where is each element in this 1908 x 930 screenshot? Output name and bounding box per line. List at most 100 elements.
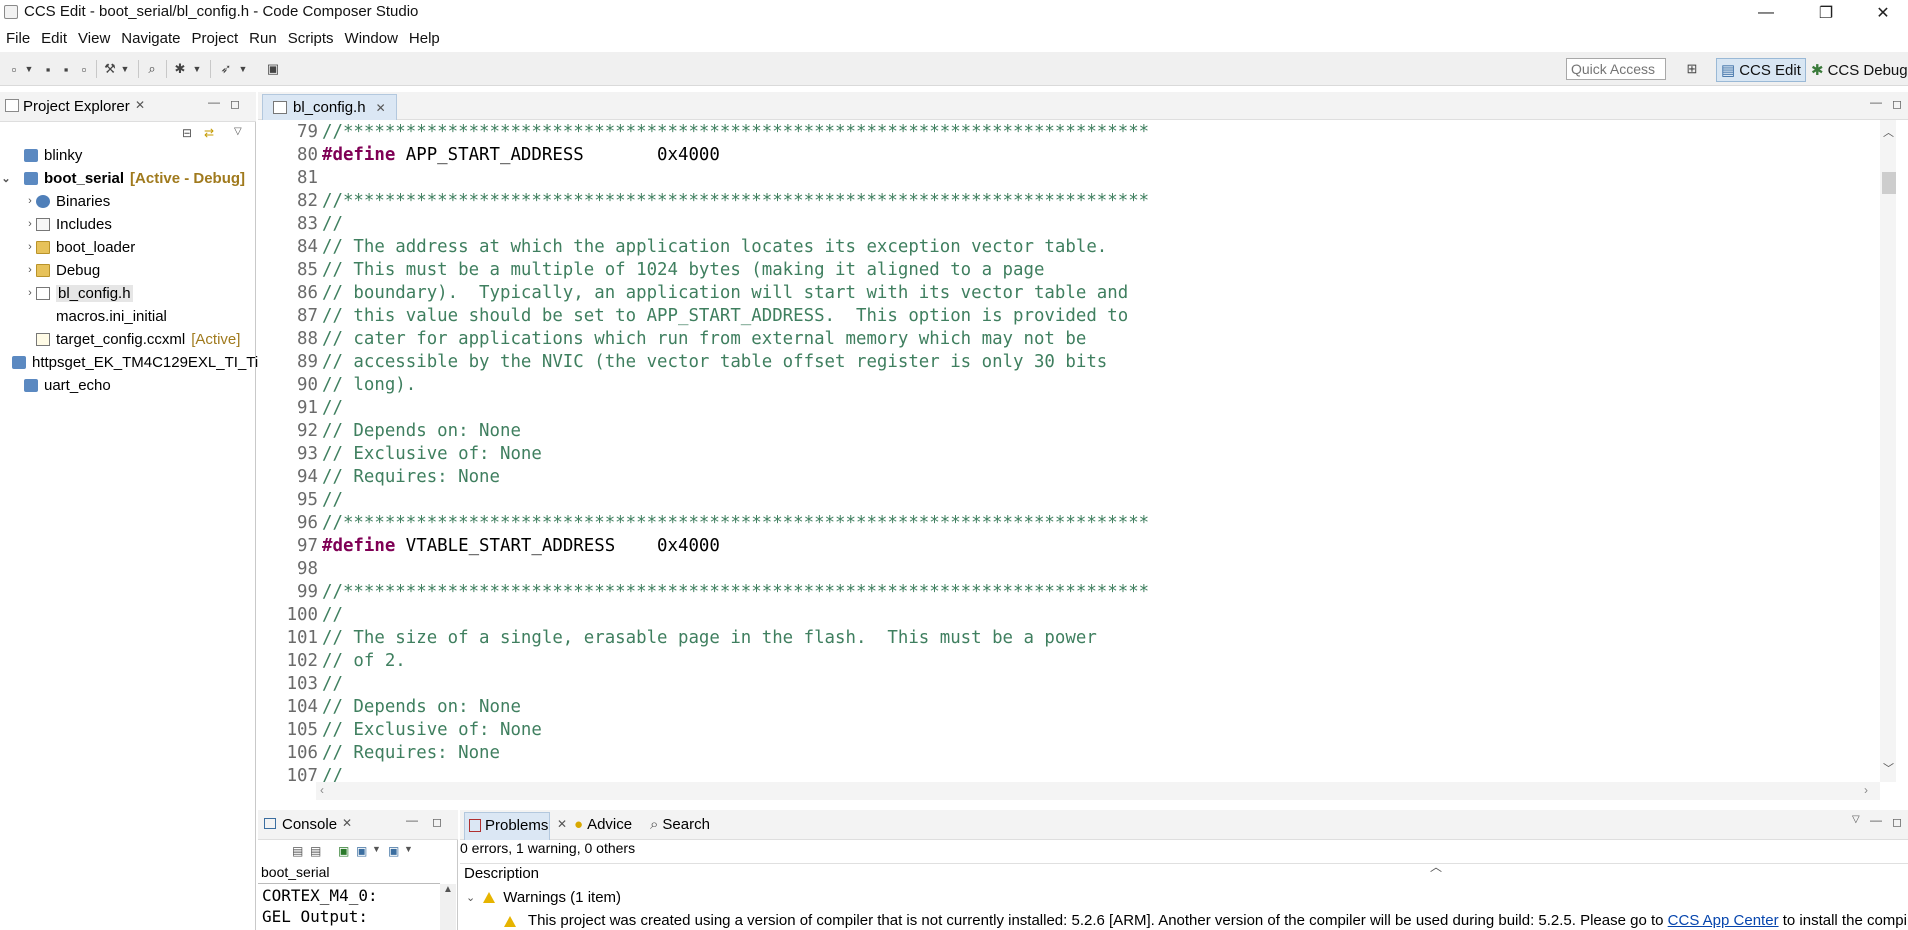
link-with-editor-icon[interactable]: ⇄ bbox=[204, 126, 214, 140]
minimize-button[interactable]: — bbox=[1743, 0, 1789, 26]
perspective-ccs-debug[interactable]: ✱ CCS Debug bbox=[1807, 58, 1908, 82]
code-line[interactable]: 104// Depends on: None bbox=[258, 696, 521, 719]
tree-expander[interactable]: › bbox=[24, 195, 36, 207]
save-all-icon[interactable]: ▪ bbox=[58, 61, 74, 77]
scroll-up-icon[interactable]: ︿ bbox=[1883, 124, 1894, 140]
project-explorer-tab[interactable]: Project Explorer bbox=[23, 98, 130, 115]
build-dropdown-icon[interactable]: ▼ bbox=[120, 61, 130, 77]
tree-item-boot-serial[interactable]: ⌄ boot_serial [Active - Debug] bbox=[0, 167, 256, 189]
code-line[interactable]: 80 #define APP_START_ADDRESS 0x4000 bbox=[258, 144, 720, 167]
advice-tab[interactable]: ● Advice bbox=[574, 816, 632, 833]
code-line[interactable]: 96//************************************… bbox=[258, 512, 1149, 535]
new-dropdown-icon[interactable]: ▼ bbox=[24, 61, 34, 77]
description-column-header[interactable]: Description bbox=[464, 865, 539, 882]
tree-item-target-config[interactable]: target_config.ccxml [Active] bbox=[0, 328, 280, 350]
collapse-all-icon[interactable]: ⊟ bbox=[182, 126, 192, 140]
menu-scripts[interactable]: Scripts bbox=[285, 30, 342, 47]
menu-window[interactable]: Window bbox=[342, 30, 406, 47]
flash-icon[interactable]: ➶ bbox=[218, 61, 234, 77]
code-line[interactable]: 89// accessible by the NVIC (the vector … bbox=[258, 351, 1107, 374]
close-tab-icon[interactable]: ✕ bbox=[342, 816, 352, 830]
restore-button[interactable]: ❐ bbox=[1803, 0, 1849, 26]
flash-dropdown-icon[interactable]: ▼ bbox=[238, 61, 248, 77]
debug-dropdown-icon[interactable]: ▼ bbox=[192, 61, 202, 77]
view-menu-icon[interactable]: ▽ bbox=[1852, 814, 1860, 825]
tree-expander[interactable]: ⌄ bbox=[0, 172, 12, 185]
ccs-app-center-link[interactable]: CCS App Center bbox=[1668, 912, 1779, 929]
close-tab-icon[interactable]: ✕ bbox=[135, 98, 145, 112]
open-perspective-icon[interactable]: ⊞ bbox=[1684, 61, 1700, 77]
search-icon[interactable]: ⌕ bbox=[144, 61, 160, 77]
toggle-icon[interactable]: ▣ bbox=[266, 61, 280, 77]
display-dropdown-icon[interactable]: ▼ bbox=[372, 844, 381, 854]
code-line[interactable]: 92// Depends on: None bbox=[258, 420, 521, 443]
code-line[interactable]: 84// The address at which the applicatio… bbox=[258, 236, 1107, 259]
tree-expander[interactable]: › bbox=[24, 264, 36, 276]
menu-help[interactable]: Help bbox=[406, 30, 448, 47]
editor-minimize-icon[interactable]: — bbox=[1870, 95, 1882, 109]
minimize-view-icon[interactable]: — bbox=[406, 813, 418, 827]
editor-vertical-scrollbar[interactable]: ︿ ﹀ bbox=[1880, 120, 1896, 782]
editor-horizontal-scrollbar[interactable]: ‹ › bbox=[316, 782, 1880, 800]
code-line[interactable]: 101// The size of a single, erasable pag… bbox=[258, 627, 1097, 650]
new-icon[interactable]: ▫ bbox=[6, 61, 22, 77]
open-console-icon[interactable]: ▣ bbox=[388, 844, 399, 858]
code-line[interactable]: 102// of 2. bbox=[258, 650, 406, 673]
problems-tab[interactable]: Problems ✕ bbox=[464, 812, 567, 840]
code-line[interactable]: 87// this value should be set to APP_STA… bbox=[258, 305, 1128, 328]
maximize-view-icon[interactable]: ◻ bbox=[432, 815, 442, 829]
console-scrollbar[interactable]: ▲ bbox=[440, 884, 456, 930]
menu-file[interactable]: File bbox=[3, 30, 38, 47]
tree-item-httpsget[interactable]: httpsget_EK_TM4C129EXL_TI_TivaTM4C129EXL bbox=[0, 351, 268, 373]
editor-maximize-icon[interactable]: ◻ bbox=[1892, 97, 1902, 111]
code-line[interactable]: 86// boundary). Typically, an applicatio… bbox=[258, 282, 1128, 305]
menu-project[interactable]: Project bbox=[188, 30, 246, 47]
tree-item-includes[interactable]: › Includes bbox=[0, 213, 280, 235]
quick-access-input[interactable] bbox=[1566, 58, 1666, 80]
build-hammer-icon[interactable]: ⚒ bbox=[102, 61, 118, 77]
code-line[interactable]: 100// bbox=[258, 604, 343, 627]
clear-console-icon[interactable]: ▤ bbox=[292, 844, 303, 858]
scroll-left-icon[interactable]: ‹ bbox=[320, 783, 324, 797]
tree-item-debug[interactable]: › Debug bbox=[0, 259, 280, 281]
code-line[interactable]: 91// bbox=[258, 397, 343, 420]
perspective-ccs-edit[interactable]: ▤ CCS Edit bbox=[1716, 58, 1806, 82]
code-line[interactable]: 82//************************************… bbox=[258, 190, 1149, 213]
maximize-view-icon[interactable]: ◻ bbox=[230, 97, 240, 111]
tree-expander[interactable]: › bbox=[24, 218, 36, 230]
warning-message-row[interactable]: This project was created using a version… bbox=[504, 912, 1908, 929]
code-line[interactable]: 81 bbox=[258, 167, 322, 190]
code-line[interactable]: 85// This must be a multiple of 1024 byt… bbox=[258, 259, 1044, 282]
print-icon[interactable]: ▫ bbox=[76, 61, 92, 77]
tree-item-macros-ini[interactable]: macros.ini_initial bbox=[0, 305, 280, 327]
code-line[interactable]: 105// Exclusive of: None bbox=[258, 719, 542, 742]
display-console-icon[interactable]: ▣ bbox=[356, 844, 367, 858]
tree-item-boot-loader[interactable]: › boot_loader bbox=[0, 236, 280, 258]
editor-tab-bl-config[interactable]: bl_config.h ✕ bbox=[262, 94, 397, 120]
maximize-view-icon[interactable]: ◻ bbox=[1892, 815, 1902, 829]
code-line[interactable]: 98 bbox=[258, 558, 322, 581]
tree-expander[interactable]: › bbox=[24, 287, 36, 299]
pin-console-icon[interactable]: ▣ bbox=[338, 844, 349, 858]
scroll-up-icon[interactable]: ▲ bbox=[443, 884, 453, 895]
scroll-thumb[interactable] bbox=[1882, 172, 1896, 194]
search-tab[interactable]: ⌕ Search bbox=[650, 816, 710, 833]
code-line[interactable]: 94// Requires: None bbox=[258, 466, 500, 489]
chevron-down-icon[interactable]: ⌄ bbox=[466, 891, 475, 904]
menu-navigate[interactable]: Navigate bbox=[118, 30, 188, 47]
scroll-lock-icon[interactable]: ▤ bbox=[310, 844, 321, 858]
scroll-right-icon[interactable]: › bbox=[1864, 783, 1868, 797]
warnings-group-row[interactable]: ⌄ Warnings (1 item) bbox=[466, 889, 621, 906]
tree-item-bl-config[interactable]: › bl_config.h bbox=[0, 282, 280, 304]
tree-item-uart-echo[interactable]: uart_echo bbox=[0, 374, 268, 396]
tree-expander[interactable]: › bbox=[24, 241, 36, 253]
menu-edit[interactable]: Edit bbox=[38, 30, 75, 47]
close-tab-icon[interactable]: ✕ bbox=[557, 817, 567, 831]
menu-view[interactable]: View bbox=[75, 30, 118, 47]
console-tab[interactable]: Console bbox=[282, 816, 337, 833]
code-line[interactable]: 99//************************************… bbox=[258, 581, 1149, 604]
code-line[interactable]: 106// Requires: None bbox=[258, 742, 500, 765]
code-line[interactable]: 107// bbox=[258, 765, 343, 782]
code-line[interactable]: 93// Exclusive of: None bbox=[258, 443, 542, 466]
menu-run[interactable]: Run bbox=[246, 30, 285, 47]
